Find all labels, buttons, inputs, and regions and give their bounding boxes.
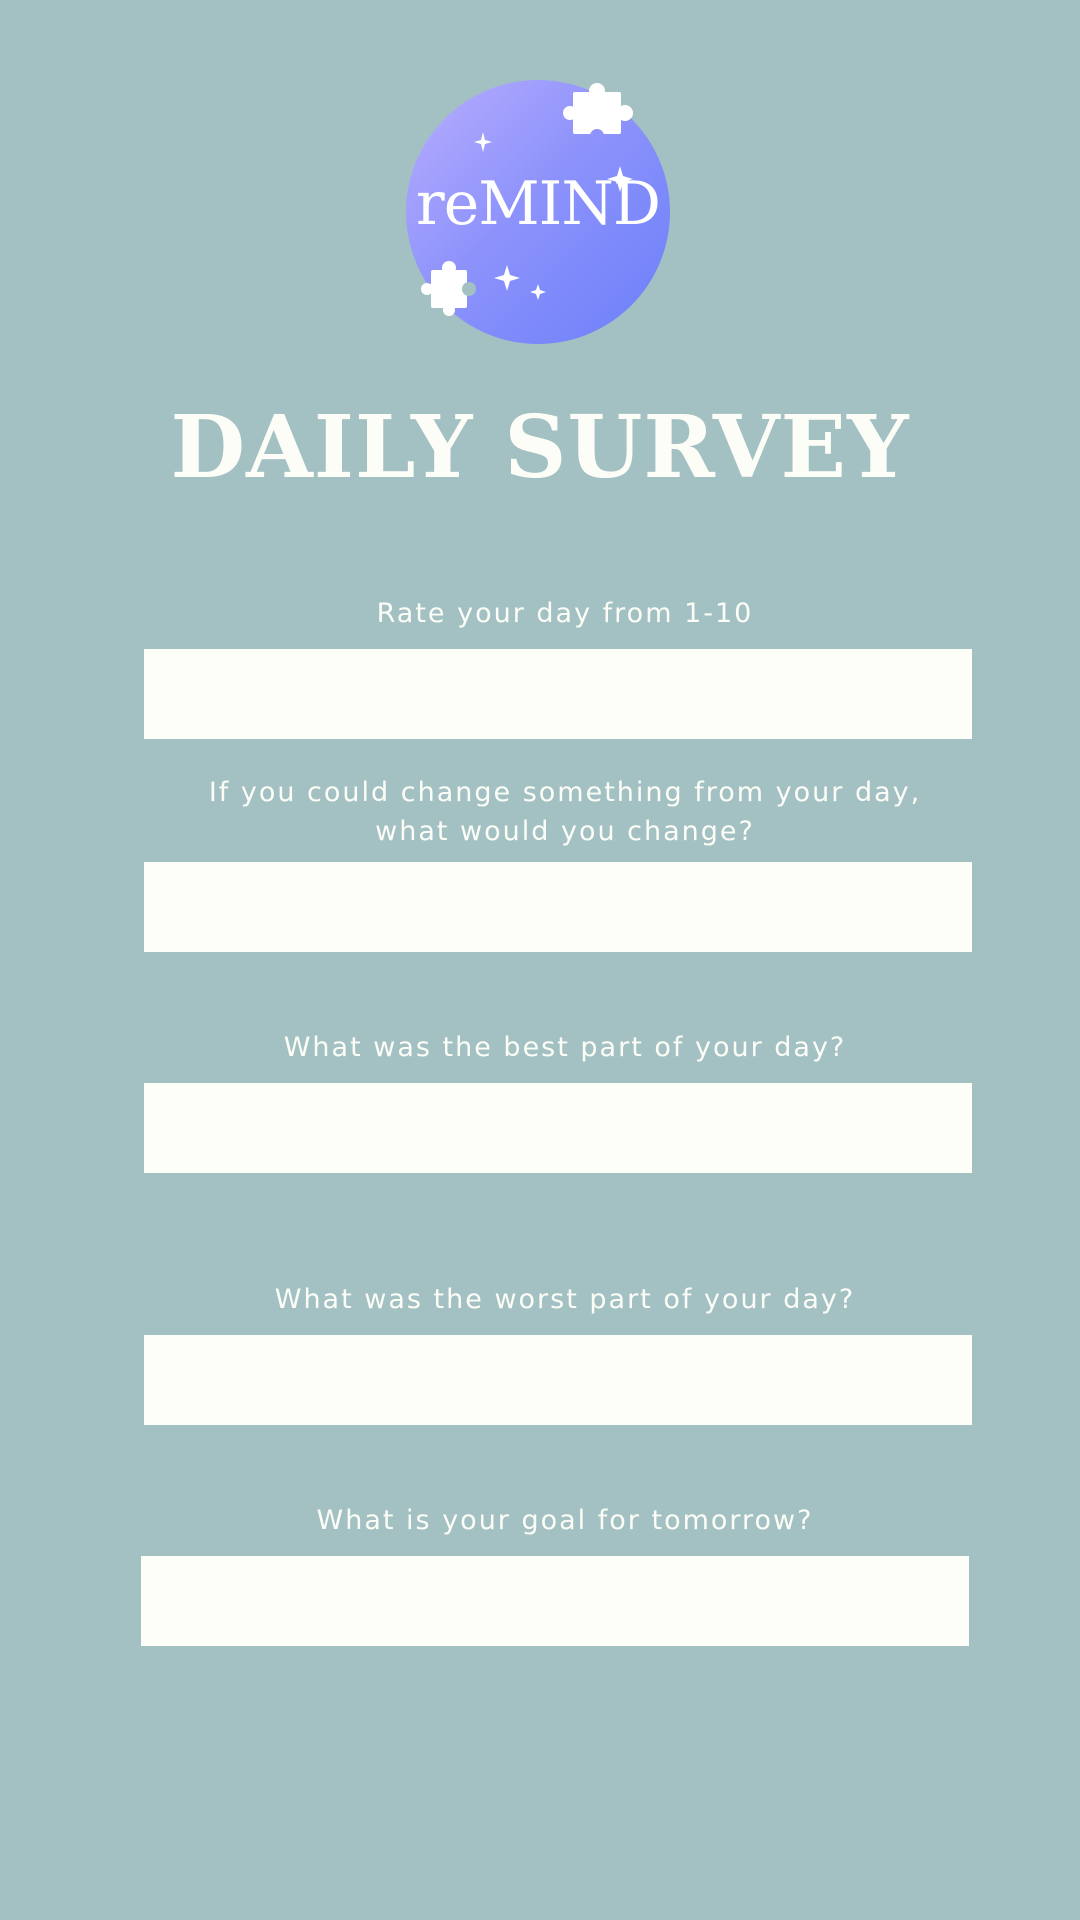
question-change-line1: If you could change something from your … bbox=[208, 777, 922, 808]
puzzle-piece-icon bbox=[563, 83, 633, 143]
page-title: DAILY SURVEY bbox=[170, 397, 910, 498]
question-worst-part: What was the worst part of your day? bbox=[274, 1284, 856, 1315]
rate-day-input[interactable] bbox=[144, 649, 972, 739]
app-logo: reMIND bbox=[393, 70, 683, 344]
change-something-input[interactable] bbox=[144, 862, 972, 952]
best-part-input[interactable] bbox=[144, 1083, 972, 1173]
sparkle-icon bbox=[530, 284, 546, 300]
question-change-line2: what would you change? bbox=[375, 816, 755, 847]
question-rate-day: Rate your day from 1-10 bbox=[376, 598, 754, 629]
question-best-part: What was the best part of your day? bbox=[283, 1032, 847, 1063]
goal-tomorrow-input[interactable] bbox=[141, 1556, 969, 1646]
logo-text: reMIND bbox=[416, 169, 661, 239]
question-goal-tomorrow: What is your goal for tomorrow? bbox=[316, 1505, 814, 1536]
sparkle-icon bbox=[494, 265, 520, 291]
sparkle-icon bbox=[474, 132, 492, 152]
worst-part-input[interactable] bbox=[144, 1335, 972, 1425]
question-change-something: If you could change something from your … bbox=[90, 773, 1040, 851]
puzzle-piece-icon bbox=[421, 261, 476, 316]
